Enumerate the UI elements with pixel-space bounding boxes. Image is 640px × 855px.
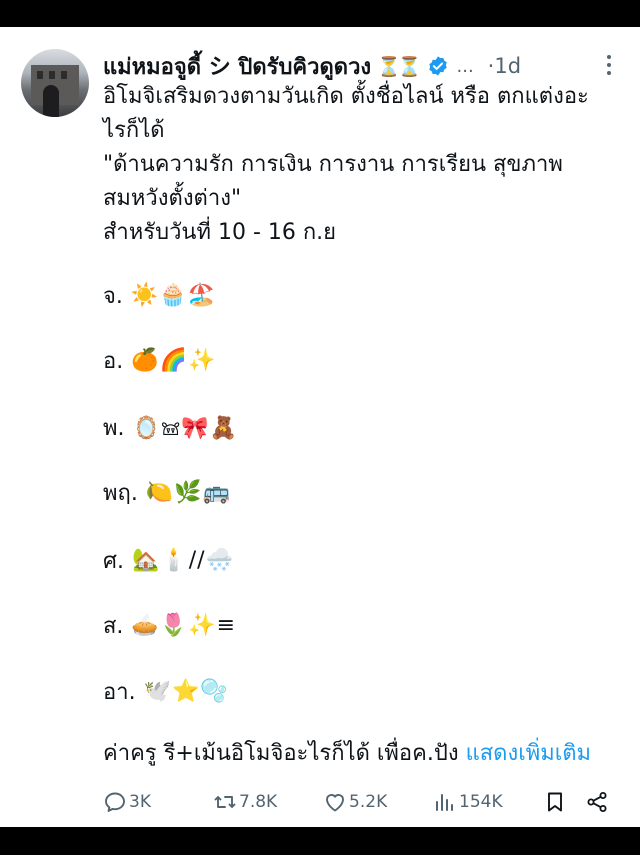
like-count: 5.2K <box>349 792 388 812</box>
post-card: แม่หมอจูดี้ シ ปิดรับคิวดูดวง ⏳⏳ ... ·1d … <box>0 27 640 827</box>
share-icon <box>587 792 607 812</box>
bookmark-button[interactable] <box>543 790 571 814</box>
avatar[interactable] <box>21 49 89 117</box>
day-label: ส. <box>103 613 124 639</box>
share-button[interactable] <box>585 790 613 814</box>
day-label: อ. <box>103 348 124 374</box>
day-emoji: 🕊️⭐🫧 <box>143 678 229 704</box>
text-line: สมหวังตั้งต่าง" <box>103 186 242 211</box>
post-header: แม่หมอจูดี้ シ ปิดรับคิวดูดวง ⏳⏳ ... ·1d <box>103 51 626 81</box>
day-label: อา. <box>103 679 136 705</box>
day-label: พ. <box>103 415 125 441</box>
day-label: จ. <box>103 283 123 309</box>
closing-text: ค่าครู รี+เม้นอิโมจิอะไรก็ได้ เพื่อค.ปัง… <box>103 737 633 771</box>
day-row-saturday: ส. 🥧🌷✨≡ <box>103 607 236 643</box>
avatar-window <box>37 71 43 79</box>
repost-count: 7.8K <box>239 792 278 812</box>
day-label: พฤ. <box>103 480 138 506</box>
day-emoji: 🏡🕯️//🌨️ <box>131 547 234 573</box>
action-bar: 3K 7.8K 5.2K 154K <box>103 785 613 819</box>
text-line: ไรก็ได้ <box>103 118 165 143</box>
status-emoji: ⏳⏳ <box>377 55 421 78</box>
day-emoji: 🪞𖠌🎀🧸 <box>132 416 239 441</box>
more-options-icon[interactable] <box>606 51 612 81</box>
day-emoji: 🍋🌿🚌 <box>145 479 232 505</box>
author-name[interactable]: แม่หมอจูดี้ シ ปิดรับคิวดูดวง <box>103 49 371 84</box>
text-line: "ด้านความรัก การเงิน การงาน การเรียน สุข… <box>103 152 563 177</box>
repost-icon <box>214 796 236 808</box>
day-emoji: ☀️🧁🏖️ <box>130 282 217 308</box>
reply-icon <box>105 792 125 812</box>
text-line: สำหรับวันที่ 10 - 16 ก.ย <box>103 220 337 245</box>
day-row-sunday: อา. 🕊️⭐🫧 <box>103 673 229 709</box>
day-emoji: 🥧🌷✨≡ <box>131 612 237 638</box>
day-emoji: 🍊🌈✨ <box>131 347 217 373</box>
verified-badge-icon <box>428 56 447 76</box>
views-chart-icon <box>436 794 454 811</box>
day-label: ศ. <box>103 548 124 574</box>
like-button[interactable]: 5.2K <box>323 790 433 814</box>
day-row-monday: จ. ☀️🧁🏖️ <box>103 277 216 313</box>
avatar-window <box>61 71 67 79</box>
reply-button[interactable]: 3K <box>103 790 213 814</box>
views-button[interactable]: 154K <box>433 790 543 814</box>
day-row-thursday: พฤ. 🍋🌿🚌 <box>103 474 231 510</box>
post-text: อิโมจิเสริมดวงตามวันเกิด ตั้งชื่อไลน์ หร… <box>103 80 623 250</box>
closing-text-body: ค่าครู รี+เม้นอิโมจิอะไรก็ได้ เพื่อค.ปัง <box>103 741 466 766</box>
text-line: อิโมจิเสริมดวงตามวันเกิด ตั้งชื่อไลน์ หร… <box>103 84 589 109</box>
reply-count: 3K <box>129 792 151 812</box>
avatar-person <box>43 85 59 117</box>
heart-icon <box>326 794 344 812</box>
day-row-tuesday: อ. 🍊🌈✨ <box>103 342 216 378</box>
name-overflow: ... <box>456 55 474 77</box>
day-row-wednesday: พ. 🪞𖠌🎀🧸 <box>103 409 238 445</box>
post-time[interactable]: ·1d <box>488 54 521 78</box>
show-more-link[interactable]: แสดงเพิ่มเติม <box>466 741 591 766</box>
repost-button[interactable]: 7.8K <box>213 790 323 814</box>
day-row-friday: ศ. 🏡🕯️//🌨️ <box>103 542 234 578</box>
bookmark-icon <box>548 792 563 812</box>
avatar-window <box>49 71 55 79</box>
views-count: 154K <box>459 792 503 812</box>
